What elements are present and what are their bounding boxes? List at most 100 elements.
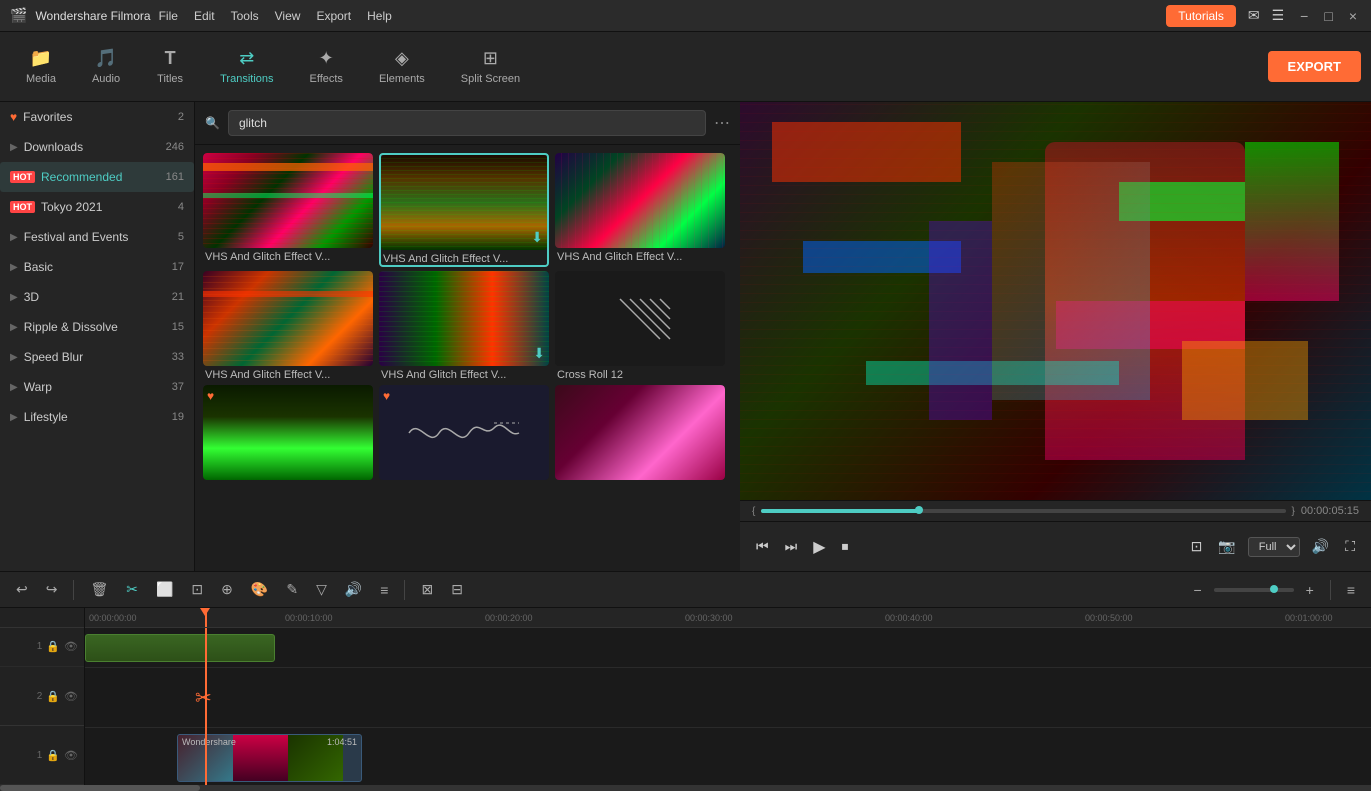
- menu-export[interactable]: Export: [316, 9, 351, 23]
- item-label: VHS And Glitch Effect V...: [203, 369, 373, 381]
- track-rows: ✂ Wondershare 1:04:51: [85, 628, 1371, 785]
- preview-panel: { } 00:00:05:15 ⏮ ⏭ ▶ ⏹ ⊡ 📷 Full 🔊 ⛶: [740, 102, 1371, 571]
- list-item[interactable]: VHS And Glitch Effect V...: [203, 271, 373, 381]
- timeline-settings-button[interactable]: ≡: [1341, 578, 1361, 602]
- toolbar-media[interactable]: 📁 Media: [10, 42, 72, 91]
- adjust-button[interactable]: ▽: [310, 577, 333, 602]
- lock-icon[interactable]: 🔒: [46, 640, 60, 653]
- cut-button[interactable]: ✂: [120, 577, 144, 602]
- eye-icon[interactable]: 👁: [64, 640, 78, 653]
- sidebar-item-count: 2: [178, 111, 184, 123]
- list-item[interactable]: VHS And Glitch Effect V...: [555, 153, 725, 267]
- zoom-out-button[interactable]: −: [1187, 578, 1207, 602]
- sidebar-item-recommended[interactable]: HOT Recommended 161: [0, 162, 194, 192]
- volume-button[interactable]: 🔊: [1308, 534, 1333, 559]
- clip-green[interactable]: [85, 634, 275, 662]
- sidebar-item-basic[interactable]: ▶ Basic 17: [0, 252, 194, 282]
- list-item[interactable]: Cross Roll 12: [555, 271, 725, 381]
- item-label: VHS And Glitch Effect V...: [381, 253, 547, 265]
- playhead-arrow: [200, 608, 210, 616]
- rotate-button[interactable]: ⊕: [215, 577, 239, 602]
- play-button[interactable]: ▶: [809, 533, 829, 561]
- menu-tools[interactable]: Tools: [231, 9, 259, 23]
- toolbar-splitscreen-label: Split Screen: [461, 73, 520, 85]
- notification-icon[interactable]: ✉: [1248, 7, 1260, 24]
- menu-help[interactable]: Help: [367, 9, 392, 23]
- sidebar-item-tokyo2021[interactable]: HOT Tokyo 2021 4: [0, 192, 194, 222]
- zoom-in-button[interactable]: +: [1300, 578, 1320, 602]
- fit-screen-button[interactable]: ⊡: [1187, 534, 1207, 559]
- lock-icon[interactable]: 🔒: [46, 749, 60, 762]
- horizontal-scrollbar[interactable]: [0, 785, 1371, 791]
- eye-icon[interactable]: 👁: [64, 749, 78, 762]
- item-label: Cross Roll 12: [555, 369, 725, 381]
- menu-edit[interactable]: Edit: [194, 9, 215, 23]
- maximize-button[interactable]: □: [1320, 8, 1336, 24]
- menu-file[interactable]: File: [159, 9, 178, 23]
- pip-button[interactable]: ⊠: [415, 577, 439, 602]
- lock-icon[interactable]: 🔒: [46, 690, 60, 703]
- snapshot-button[interactable]: 📷: [1214, 534, 1239, 559]
- sidebar-item-count: 5: [178, 231, 184, 243]
- quality-select[interactable]: Full: [1248, 537, 1300, 557]
- toolbar-audio[interactable]: 🎵 Audio: [76, 42, 136, 91]
- menu-view[interactable]: View: [275, 9, 301, 23]
- list-item[interactable]: ⬇ VHS And Glitch Effect V...: [379, 271, 549, 381]
- export-button[interactable]: EXPORT: [1268, 51, 1361, 82]
- sidebar-item-festival[interactable]: ▶ Festival and Events 5: [0, 222, 194, 252]
- undo-button[interactable]: ↩: [10, 577, 34, 602]
- menu-bar: File Edit Tools View Export Help: [159, 9, 392, 23]
- elements-icon: ◈: [395, 48, 409, 69]
- list-item[interactable]: ♥: [203, 385, 373, 483]
- grid-options-icon[interactable]: ⋯: [714, 113, 730, 133]
- list-item[interactable]: VHS And Glitch Effect V...: [203, 153, 373, 267]
- sidebar-item-count: 4: [178, 201, 184, 213]
- list-item[interactable]: ♥: [379, 385, 549, 483]
- eye-icon[interactable]: 👁: [64, 690, 78, 703]
- app-logo: 🎬: [10, 7, 27, 24]
- prev-frame-button[interactable]: ⏮: [752, 534, 773, 559]
- list-item[interactable]: [555, 385, 725, 483]
- speed-button[interactable]: ≡: [374, 578, 394, 602]
- sidebar-item-lifestyle[interactable]: ▶ Lifestyle 19: [0, 402, 194, 432]
- audio-edit-button[interactable]: 🔊: [339, 577, 368, 602]
- scrollbar-thumb[interactable]: [0, 785, 200, 791]
- zoom-fit-button[interactable]: ⊡: [185, 577, 209, 602]
- color-button[interactable]: 🎨: [245, 577, 274, 602]
- ruler-mark: 00:00:30:00: [685, 613, 733, 623]
- toolbar-elements[interactable]: ◈ Elements: [363, 42, 441, 91]
- heart-icon: ♥: [10, 110, 17, 124]
- sidebar-item-favorites[interactable]: ♥ Favorites 2: [0, 102, 194, 132]
- list-icon[interactable]: ☰: [1272, 7, 1285, 24]
- toolbar-transitions[interactable]: ⇄ Transitions: [204, 42, 289, 91]
- redo-button[interactable]: ↪: [40, 577, 64, 602]
- sidebar-item-3d[interactable]: ▶ 3D 21: [0, 282, 194, 312]
- crossroll-svg: [600, 289, 680, 349]
- close-button[interactable]: ×: [1345, 8, 1361, 24]
- search-input[interactable]: [228, 110, 706, 136]
- playhead-indicator: [205, 608, 207, 627]
- crop-button[interactable]: ⬜: [150, 577, 179, 602]
- edit-button[interactable]: ✎: [280, 577, 304, 602]
- sidebar-item-speedblur[interactable]: ▶ Speed Blur 33: [0, 342, 194, 372]
- clip-time: 1:04:51: [327, 737, 357, 747]
- minimize-button[interactable]: −: [1296, 8, 1312, 24]
- sidebar-item-downloads[interactable]: ▶ Downloads 246: [0, 132, 194, 162]
- toolbar-splitscreen[interactable]: ⊞ Split Screen: [445, 42, 536, 91]
- timeline-toolbar: ↩ ↪ 🗑 ✂ ⬜ ⊡ ⊕ 🎨 ✎ ▽ 🔊 ≡ ⊠ ⊟ − + ≡: [0, 572, 1371, 608]
- hot-badge: HOT: [10, 171, 35, 183]
- delete-button[interactable]: 🗑: [84, 577, 114, 602]
- sidebar-item-warp[interactable]: ▶ Warp 37: [0, 372, 194, 402]
- stop-button[interactable]: ⏹: [838, 534, 853, 559]
- step-back-button[interactable]: ⏭: [781, 534, 802, 559]
- ruler-mark: 00:00:00:00: [85, 613, 137, 623]
- subtitle-button[interactable]: ⊟: [445, 577, 469, 602]
- toolbar-titles[interactable]: T Titles: [140, 42, 200, 91]
- toolbar-effects[interactable]: ✦ Effects: [294, 42, 359, 91]
- sidebar-item-ripple[interactable]: ▶ Ripple & Dissolve 15: [0, 312, 194, 342]
- grid-row: VHS And Glitch Effect V... ⬇ VHS And Gli…: [203, 271, 732, 381]
- toolbar-elements-label: Elements: [379, 73, 425, 85]
- list-item[interactable]: ⬇ VHS And Glitch Effect V...: [379, 153, 549, 267]
- fullscreen-button[interactable]: ⛶: [1341, 534, 1359, 559]
- tutorials-button[interactable]: Tutorials: [1166, 5, 1236, 27]
